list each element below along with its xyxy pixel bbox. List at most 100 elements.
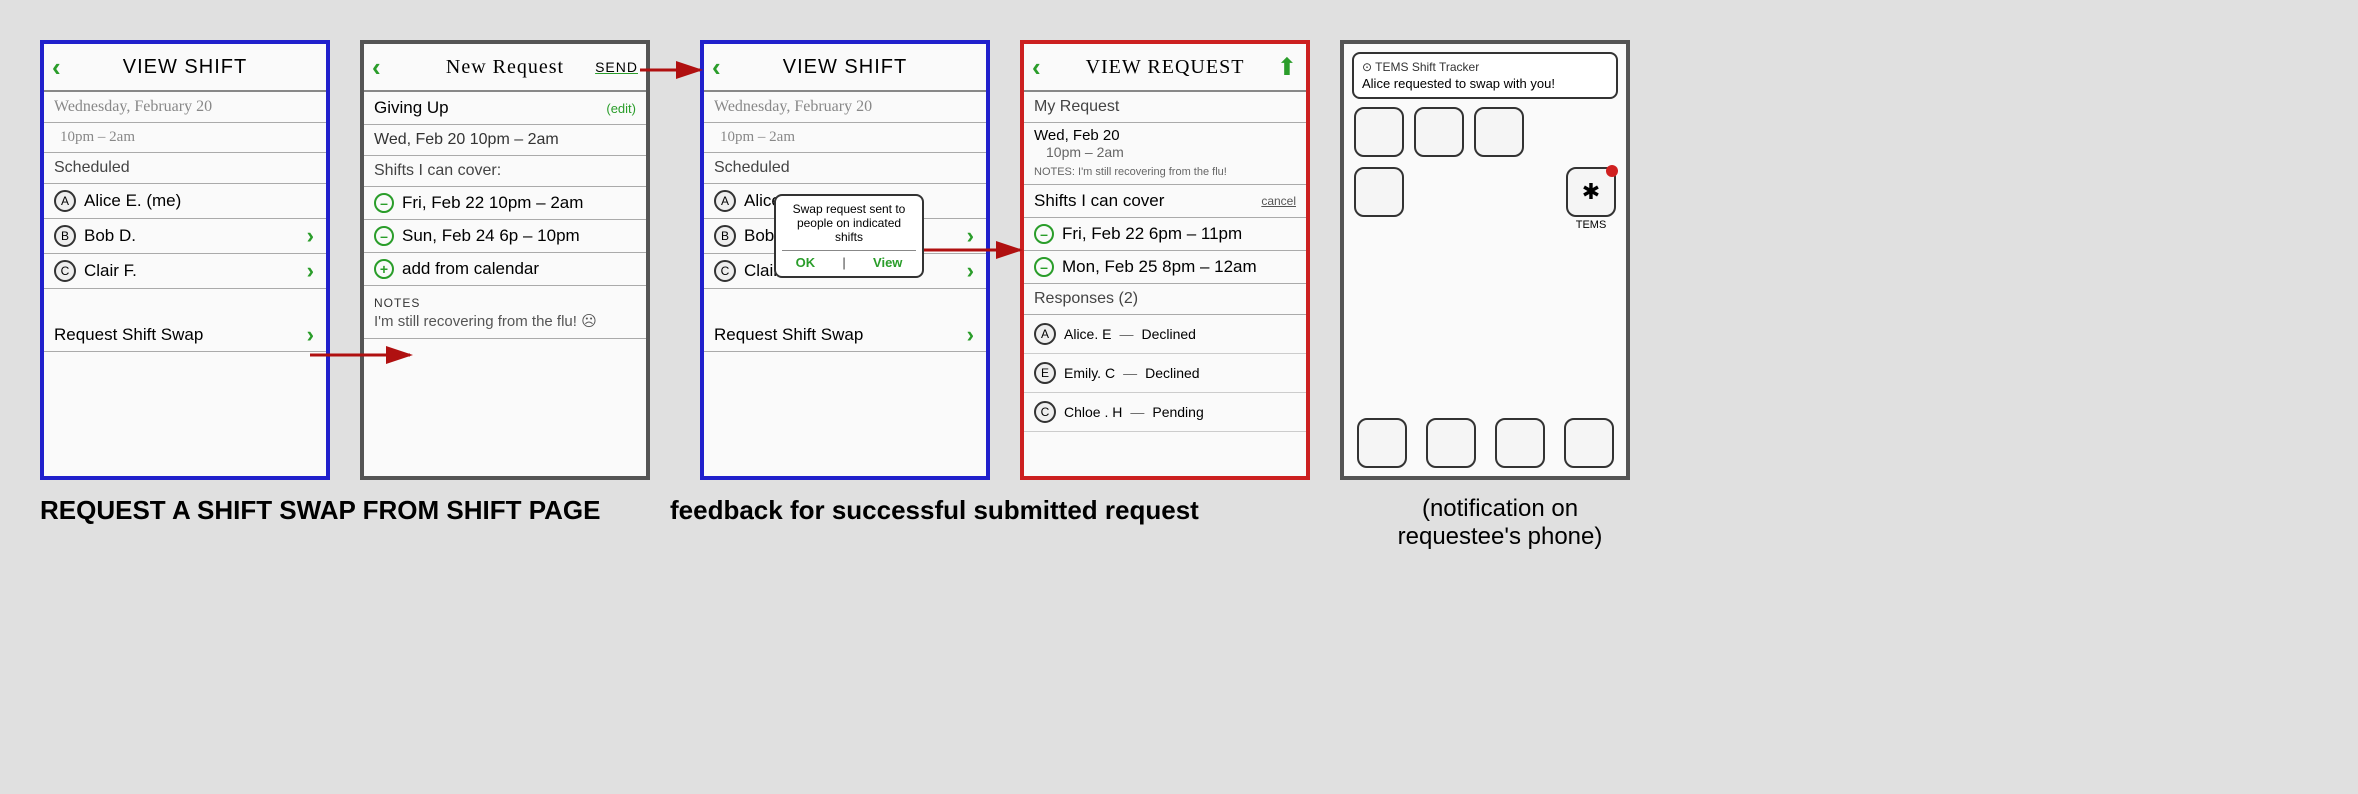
shift-time: 10pm – 2am <box>704 123 986 153</box>
notif-message: Alice requested to swap with you! <box>1362 76 1608 91</box>
person-name: Clair F. <box>84 261 137 281</box>
page-title: VIEW SHIFT <box>783 56 907 79</box>
add-label: add from calendar <box>402 259 539 279</box>
popup-view-button[interactable]: View <box>873 255 902 270</box>
cover-shift-row[interactable]: – Fri, Feb 22 6pm – 11pm <box>1024 218 1306 251</box>
dock-icon[interactable] <box>1426 418 1476 468</box>
back-icon[interactable]: ‹ <box>1032 52 1042 83</box>
response-row[interactable]: C Chloe . H — Pending <box>1024 393 1306 432</box>
notification-badge <box>1606 165 1618 177</box>
home-row-1 <box>1344 107 1626 157</box>
chevron-right-icon: › <box>307 258 314 284</box>
back-icon[interactable]: ‹ <box>712 52 722 83</box>
dock-icon[interactable] <box>1357 418 1407 468</box>
person-name: Bob <box>744 226 774 246</box>
request-notes: NOTES: I'm still recovering from the flu… <box>1024 164 1306 185</box>
chevron-right-icon: › <box>967 258 974 284</box>
cover-header: Shifts I can cover: <box>364 156 646 187</box>
response-status: Declined <box>1141 326 1195 342</box>
send-button[interactable]: SEND <box>595 59 638 75</box>
responder-name: Alice. E <box>1064 326 1111 342</box>
notes-header: NOTES <box>364 286 646 310</box>
avatar: C <box>54 260 76 282</box>
remove-icon[interactable]: – <box>374 226 394 246</box>
titlebar: ‹ VIEW REQUEST ⬆ <box>1024 44 1306 92</box>
back-icon[interactable]: ‹ <box>372 52 382 83</box>
person-row[interactable]: A Alice E. (me) <box>44 184 326 219</box>
notes-prefix: NOTES: <box>1034 166 1075 178</box>
request-swap-button[interactable]: Request Shift Swap › <box>44 319 326 352</box>
scheduled-header: Scheduled <box>704 153 986 184</box>
avatar: A <box>1034 323 1056 345</box>
app-icon-blank[interactable] <box>1354 167 1404 217</box>
page-title: VIEW SHIFT <box>123 56 247 79</box>
person-name: Bob D. <box>84 226 136 246</box>
back-icon[interactable]: ‹ <box>52 52 62 83</box>
cover-shift-row[interactable]: – Fri, Feb 22 10pm – 2am <box>364 187 646 220</box>
avatar: A <box>714 190 736 212</box>
chevron-right-icon: › <box>307 322 314 348</box>
dock-icon[interactable] <box>1495 418 1545 468</box>
add-icon[interactable]: + <box>374 259 394 279</box>
button-label: Request Shift Swap <box>54 325 203 345</box>
edit-link[interactable]: (edit) <box>606 101 636 116</box>
avatar: E <box>1034 362 1056 384</box>
notes-field[interactable]: I'm still recovering from the flu! ☹ <box>364 310 646 339</box>
app-icon-blank[interactable] <box>1414 107 1464 157</box>
home-row-2: ✱ TEMS <box>1344 167 1626 231</box>
page-title: VIEW REQUEST <box>1086 56 1245 79</box>
cover-header-row: Shifts I can cover cancel <box>1024 185 1306 218</box>
remove-icon[interactable]: – <box>374 193 394 213</box>
screen-view-shift-1: ‹ VIEW SHIFT Wednesday, February 20 10pm… <box>40 40 330 480</box>
titlebar: ‹ VIEW SHIFT <box>704 44 986 92</box>
avatar: C <box>1034 401 1056 423</box>
popup-ok-button[interactable]: OK <box>796 255 816 270</box>
dock-icon[interactable] <box>1564 418 1614 468</box>
remove-icon[interactable]: – <box>1034 224 1054 244</box>
shift-text: Mon, Feb 25 8pm – 12am <box>1062 257 1257 277</box>
person-row[interactable]: C Clair F. › <box>44 254 326 289</box>
avatar: A <box>54 190 76 212</box>
notification-banner[interactable]: ⊙ TEMS Shift Tracker Alice requested to … <box>1352 52 1618 99</box>
cover-shift-row[interactable]: – Mon, Feb 25 8pm – 12am <box>1024 251 1306 284</box>
responder-name: Chloe . H <box>1064 404 1122 420</box>
add-from-calendar[interactable]: + add from calendar <box>364 253 646 286</box>
cancel-link[interactable]: cancel <box>1261 194 1296 208</box>
notif-app-name: ⊙ TEMS Shift Tracker <box>1362 60 1608 74</box>
shift-text: Fri, Feb 22 10pm – 2am <box>402 193 583 213</box>
giving-up-header: Giving Up (edit) <box>364 92 646 125</box>
app-icon-blank[interactable] <box>1474 107 1524 157</box>
request-swap-button[interactable]: Request Shift Swap › <box>704 319 986 352</box>
my-request-header: My Request <box>1024 92 1306 123</box>
titlebar: ‹ New Request SEND <box>364 44 646 92</box>
screen-phone-home: ⊙ TEMS Shift Tracker Alice requested to … <box>1340 40 1630 480</box>
shift-date: Wednesday, February 20 <box>44 92 326 123</box>
response-row[interactable]: A Alice. E — Declined <box>1024 315 1306 354</box>
caption-mid: feedback for successful submitted reques… <box>670 495 1199 526</box>
person-name: Alice E. (me) <box>84 191 181 211</box>
dock <box>1352 418 1618 468</box>
app-label-tems: TEMS <box>1566 219 1616 231</box>
caption-left: REQUEST A SHIFT SWAP FROM SHIFT PAGE <box>40 495 600 526</box>
screen-view-shift-confirm: ‹ VIEW SHIFT Wednesday, February 20 10pm… <box>700 40 990 480</box>
screen-view-request: ‹ VIEW REQUEST ⬆ My Request Wed, Feb 20 … <box>1020 40 1310 480</box>
cover-shift-row[interactable]: – Sun, Feb 24 6p – 10pm <box>364 220 646 253</box>
person-row[interactable]: B Bob D. › <box>44 219 326 254</box>
app-icon-tems[interactable]: ✱ <box>1566 167 1616 217</box>
chevron-right-icon: › <box>307 223 314 249</box>
avatar: C <box>714 260 736 282</box>
avatar: B <box>714 225 736 247</box>
scheduled-header: Scheduled <box>44 153 326 184</box>
up-arrow-icon[interactable]: ⬆ <box>1277 53 1298 82</box>
screen-new-request: ‹ New Request SEND Giving Up (edit) Wed,… <box>360 40 650 480</box>
star-icon: ✱ <box>1582 179 1600 205</box>
confirmation-popup: Swap request sent to people on indicated… <box>774 194 924 278</box>
request-time: 10pm – 2am <box>1024 144 1306 164</box>
remove-icon[interactable]: – <box>1034 257 1054 277</box>
chevron-right-icon: › <box>967 322 974 348</box>
shift-date: Wednesday, February 20 <box>704 92 986 123</box>
caption-right: (notification on requestee's phone) <box>1360 495 1640 551</box>
app-icon-blank[interactable] <box>1354 107 1404 157</box>
request-date: Wed, Feb 20 <box>1024 123 1306 144</box>
response-row[interactable]: E Emily. C — Declined <box>1024 354 1306 393</box>
